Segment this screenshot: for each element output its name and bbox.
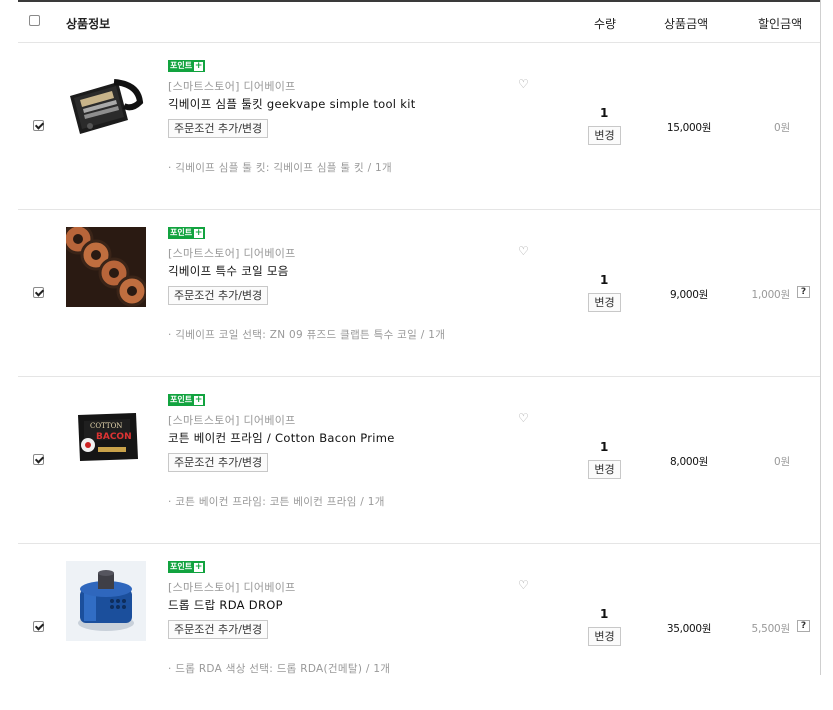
- item-price: 15,000원: [666, 122, 712, 134]
- select-all-checkbox[interactable]: [29, 15, 40, 26]
- item-discount: 0원: [774, 456, 790, 468]
- point-badge: 포인트 +: [168, 227, 206, 239]
- cart-row: 포인트 + [스마트스토어] 디어베이프 ♡ 긱베이프 심플 툴킷 geekvap…: [18, 43, 820, 210]
- svg-text:BACON: BACON: [96, 432, 132, 442]
- quantity-change-button[interactable]: 변경: [588, 126, 621, 145]
- point-badge: 포인트 +: [168, 60, 206, 72]
- quantity-value: 1: [600, 106, 609, 120]
- svg-text:COTTON: COTTON: [90, 422, 122, 430]
- product-name[interactable]: 긱베이프 특수 코일 모음: [168, 263, 289, 279]
- option-summary: · 긱베이프 코일 선택: ZN 09 퓨즈드 클랩튼 특수 코일 / 1개: [168, 329, 446, 341]
- seller-name[interactable]: [스마트스토어] 디어베이프: [168, 78, 296, 94]
- option-summary: · 드롭 RDA 색상 선택: 드롭 RDA(건메탈) / 1개: [168, 663, 391, 675]
- item-checkbox[interactable]: [33, 287, 44, 298]
- quantity-value: 1: [600, 273, 609, 287]
- discount-help-icon[interactable]: ?: [797, 620, 810, 632]
- header-discount: 할인금액: [758, 17, 803, 31]
- product-thumbnail-cotton-bacon[interactable]: COTTON BACON: [66, 399, 146, 479]
- seller-name[interactable]: [스마트스토어] 디어베이프: [168, 579, 296, 595]
- cart-table-header: 상품정보 수량 상품금액 할인금액: [18, 2, 820, 43]
- item-price: 9,000원: [670, 289, 708, 301]
- item-discount: 1,000원: [751, 289, 790, 301]
- product-name[interactable]: 코튼 베이컨 프라임 / Cotton Bacon Prime: [168, 430, 395, 446]
- item-checkbox[interactable]: [33, 454, 44, 465]
- header-product-info: 상품정보: [66, 17, 111, 31]
- cart-row: 포인트 + [스마트스토어] 디어베이프 ♡ 드롭 드랍 RDA DROP 주문조…: [18, 544, 820, 710]
- seller-name[interactable]: [스마트스토어] 디어베이프: [168, 245, 296, 261]
- order-option-button[interactable]: 주문조건 추가/변경: [168, 620, 269, 639]
- heart-outline-icon[interactable]: ♡: [518, 411, 529, 425]
- item-discount: 0원: [774, 122, 790, 134]
- item-price: 8,000원: [670, 456, 708, 468]
- option-summary: · 긱베이프 심플 툴 킷: 긱베이프 심플 툴 킷 / 1개: [168, 162, 392, 174]
- heart-outline-icon[interactable]: ♡: [518, 578, 529, 592]
- order-option-button[interactable]: 주문조건 추가/변경: [168, 286, 269, 305]
- cart-row: COTTON BACON 포인트 + [스마트스토어] 디어베이프 ♡ 코튼 베이…: [18, 377, 820, 544]
- seller-name[interactable]: [스마트스토어] 디어베이프: [168, 412, 296, 428]
- product-name[interactable]: 드롭 드랍 RDA DROP: [168, 597, 283, 613]
- heart-outline-icon[interactable]: ♡: [518, 77, 529, 91]
- product-thumbnail-toolkit[interactable]: [66, 62, 146, 142]
- order-option-button[interactable]: 주문조건 추가/변경: [168, 119, 269, 138]
- cart-row: 포인트 + [스마트스토어] 디어베이프 ♡ 긱베이프 특수 코일 모음 주문조건…: [18, 210, 820, 377]
- item-checkbox[interactable]: [33, 120, 44, 131]
- quantity-change-button[interactable]: 변경: [588, 460, 621, 479]
- discount-help-icon[interactable]: ?: [797, 286, 810, 298]
- table-right-border: [820, 0, 821, 675]
- product-thumbnail-coils[interactable]: [62, 223, 148, 307]
- product-name[interactable]: 긱베이프 심플 툴킷 geekvape simple tool kit: [168, 96, 416, 112]
- header-price: 상품금액: [664, 17, 709, 31]
- quantity-change-button[interactable]: 변경: [588, 627, 621, 646]
- header-quantity: 수량: [594, 17, 617, 31]
- heart-outline-icon[interactable]: ♡: [518, 244, 529, 258]
- option-summary: · 코튼 베이컨 프라임: 코튼 베이컨 프라임 / 1개: [168, 496, 385, 508]
- product-thumbnail-drop-rda[interactable]: [66, 561, 146, 641]
- item-checkbox[interactable]: [33, 621, 44, 632]
- point-badge: 포인트 +: [168, 394, 206, 406]
- quantity-change-button[interactable]: 변경: [588, 293, 621, 312]
- quantity-value: 1: [600, 440, 609, 454]
- point-badge: 포인트 +: [168, 561, 206, 573]
- quantity-value: 1: [600, 607, 609, 621]
- item-discount: 5,500원: [751, 623, 790, 635]
- order-option-button[interactable]: 주문조건 추가/변경: [168, 453, 269, 472]
- item-price: 35,000원: [666, 623, 712, 635]
